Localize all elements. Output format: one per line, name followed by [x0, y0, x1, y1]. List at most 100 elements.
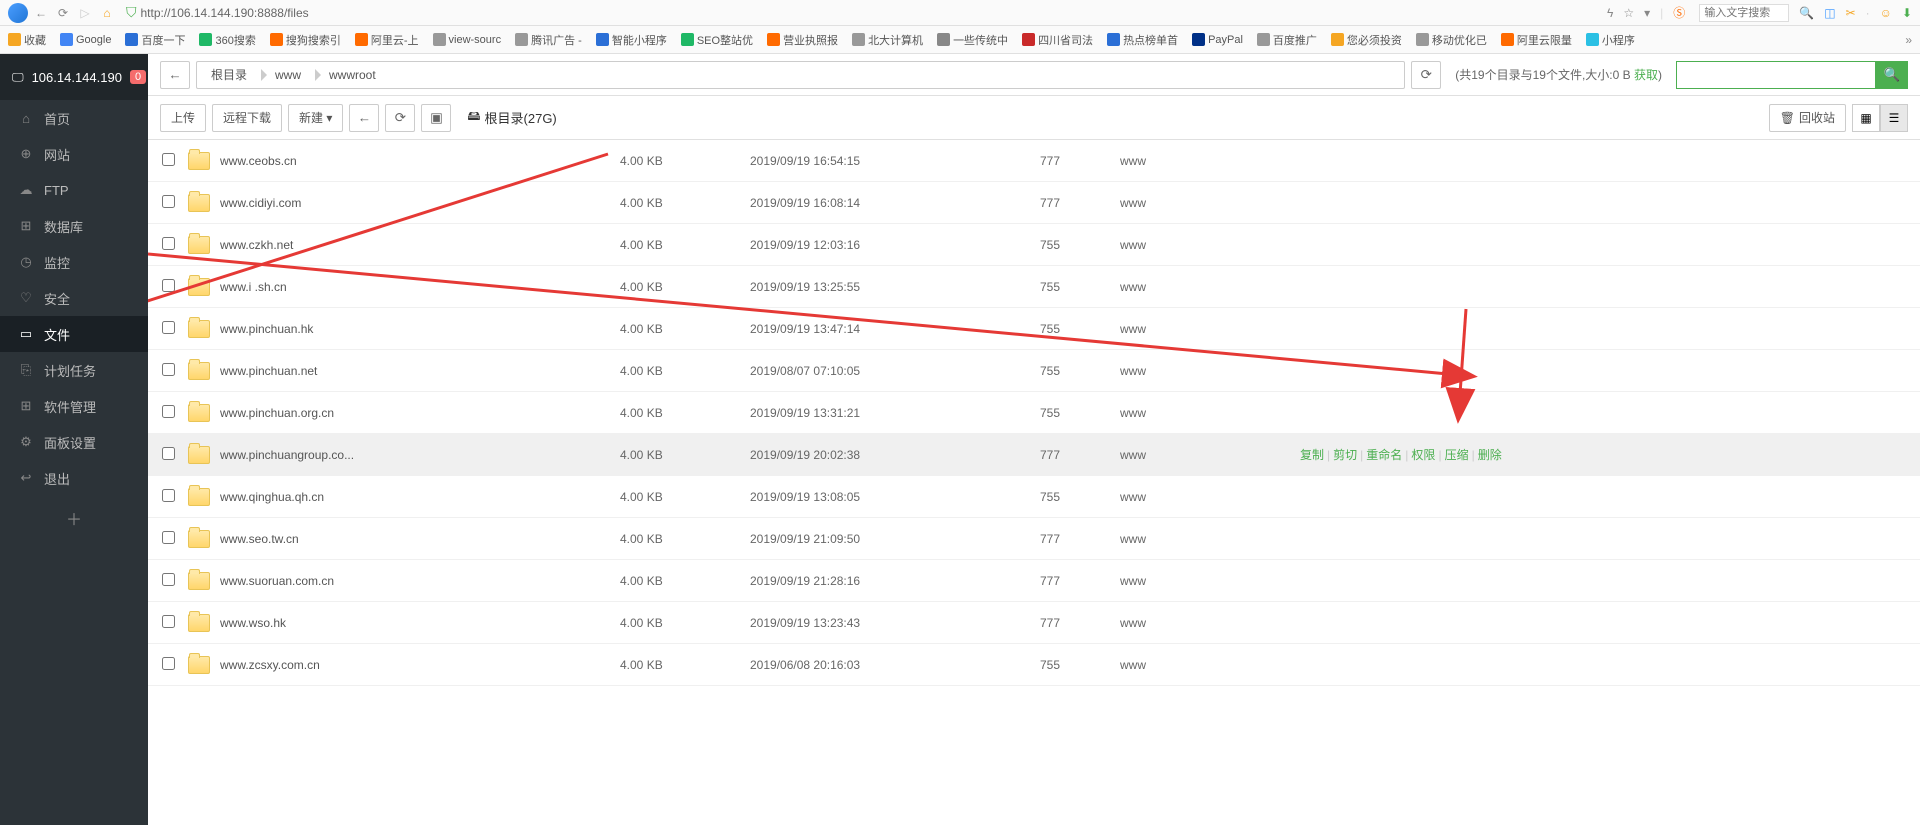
sidebar-item-文件[interactable]: ▭文件 — [0, 316, 148, 352]
bookmark-item[interactable]: 收藏 — [8, 32, 46, 48]
server-header[interactable]: 🖵 106.14.144.190 0 — [0, 54, 148, 100]
upload-button[interactable]: 上传 — [160, 104, 206, 132]
bookmark-item[interactable]: 百度一下 — [125, 32, 185, 48]
bookmark-item[interactable]: 移动优化已 — [1416, 32, 1487, 48]
sogou-icon[interactable]: Ⓢ — [1673, 4, 1685, 21]
star-icon[interactable]: ☆ — [1623, 6, 1634, 20]
action-复制[interactable]: 复制 — [1300, 448, 1324, 462]
file-checkbox[interactable] — [162, 657, 175, 670]
bookmark-item[interactable]: 阿里云-上 — [355, 32, 419, 48]
breadcrumb-item[interactable]: www — [261, 62, 315, 88]
recycle-bin-button[interactable]: 🗑回收站 — [1769, 104, 1846, 132]
action-压缩[interactable]: 压缩 — [1445, 448, 1469, 462]
file-checkbox[interactable] — [162, 573, 175, 586]
sidebar-item-软件管理[interactable]: ⊞软件管理 — [0, 388, 148, 424]
smile-icon[interactable]: ☺ — [1880, 6, 1892, 20]
stop-icon[interactable]: ▷ — [76, 6, 94, 20]
bookmark-item[interactable]: 360搜索 — [199, 32, 255, 48]
file-checkbox[interactable] — [162, 195, 175, 208]
tb-terminal-button[interactable]: ▣ — [421, 104, 451, 132]
file-row[interactable]: www.pinchuan.hk4.00 KB2019/09/19 13:47:1… — [148, 308, 1920, 350]
file-row[interactable]: www.suoruan.com.cn4.00 KB2019/09/19 21:2… — [148, 560, 1920, 602]
back-icon[interactable]: ← — [32, 6, 50, 20]
bookmark-item[interactable]: 热点榜单首 — [1107, 32, 1178, 48]
sidebar-item-计划任务[interactable]: ⎘计划任务 — [0, 352, 148, 388]
bookmark-item[interactable]: Google — [60, 33, 111, 46]
file-row[interactable]: www.wso.hk4.00 KB2019/09/19 13:23:43777w… — [148, 602, 1920, 644]
sidebar-item-面板设置[interactable]: ⚙面板设置 — [0, 424, 148, 460]
bookmark-item[interactable]: SEO整站优 — [681, 32, 753, 48]
sidebar-item-数据库[interactable]: ⊞数据库 — [0, 208, 148, 244]
action-重命名[interactable]: 重命名 — [1366, 448, 1402, 462]
bookmark-item[interactable]: 阿里云限量 — [1501, 32, 1572, 48]
file-checkbox[interactable] — [162, 615, 175, 628]
file-row[interactable]: www.pinchuan.org.cn4.00 KB2019/09/19 13:… — [148, 392, 1920, 434]
home-icon[interactable]: ⌂ — [98, 6, 116, 20]
bookmark-item[interactable]: 腾讯广告 - — [515, 32, 582, 48]
bookmark-item[interactable]: 营业执照报 — [767, 32, 838, 48]
file-row[interactable]: www.czkh.net4.00 KB2019/09/19 12:03:1675… — [148, 224, 1920, 266]
bookmark-item[interactable]: PayPal — [1192, 33, 1243, 46]
bookmark-item[interactable]: 智能小程序 — [596, 32, 667, 48]
file-checkbox[interactable] — [162, 153, 175, 166]
file-row[interactable]: www.i .sh.cn4.00 KB2019/09/19 13:25:5575… — [148, 266, 1920, 308]
file-checkbox[interactable] — [162, 321, 175, 334]
scissors-icon[interactable]: ✂ — [1846, 6, 1856, 20]
file-checkbox[interactable] — [162, 531, 175, 544]
sidebar-item-网站[interactable]: ⊕网站 — [0, 136, 148, 172]
tb-back-button[interactable]: ← — [349, 104, 379, 132]
sidebar-item-退出[interactable]: ↩退出 — [0, 460, 148, 496]
extension-icon[interactable]: ◫ — [1824, 6, 1835, 20]
address-bar[interactable]: ⛉ http://106.14.144.190:8888/files — [120, 4, 309, 21]
file-row[interactable]: www.ceobs.cn4.00 KB2019/09/19 16:54:1577… — [148, 140, 1920, 182]
file-checkbox[interactable] — [162, 363, 175, 376]
bookmark-item[interactable]: 四川省司法 — [1022, 32, 1093, 48]
sidebar-item-安全[interactable]: ♡安全 — [0, 280, 148, 316]
sidebar-item-首页[interactable]: ⌂首页 — [0, 100, 148, 136]
sidebar-add-button[interactable]: ＋ — [0, 496, 148, 540]
bookmark-item[interactable]: 百度推广 — [1257, 32, 1317, 48]
action-删除[interactable]: 删除 — [1478, 448, 1502, 462]
file-row[interactable]: www.pinchuan.net4.00 KB2019/08/07 07:10:… — [148, 350, 1920, 392]
dropdown-icon[interactable]: ▾ — [1644, 6, 1650, 20]
breadcrumb-item[interactable]: 根目录 — [197, 62, 261, 88]
bookmarks-more-icon[interactable]: » — [1905, 33, 1912, 47]
bookmark-label: 腾讯广告 - — [531, 32, 582, 48]
file-search-input[interactable] — [1676, 61, 1876, 89]
tb-refresh-button[interactable]: ⟳ — [385, 104, 415, 132]
action-剪切[interactable]: 剪切 — [1333, 448, 1357, 462]
bookmark-item[interactable]: 搜狗搜索引 — [270, 32, 341, 48]
file-checkbox[interactable] — [162, 405, 175, 418]
file-row[interactable]: www.seo.tw.cn4.00 KB2019/09/19 21:09:507… — [148, 518, 1920, 560]
file-row[interactable]: www.qinghua.qh.cn4.00 KB2019/09/19 13:08… — [148, 476, 1920, 518]
file-row[interactable]: www.cidiyi.com4.00 KB2019/09/19 16:08:14… — [148, 182, 1920, 224]
download-icon[interactable]: ⬇ — [1902, 6, 1912, 20]
file-checkbox[interactable] — [162, 489, 175, 502]
file-checkbox[interactable] — [162, 447, 175, 460]
refresh-button[interactable]: ⟳ — [1411, 61, 1441, 89]
lightning-icon[interactable]: ϟ — [1607, 6, 1613, 20]
bookmark-item[interactable]: 北大计算机 — [852, 32, 923, 48]
file-row[interactable]: www.zcsxy.com.cn4.00 KB2019/06/08 20:16:… — [148, 644, 1920, 686]
file-search-button[interactable]: 🔍 — [1876, 61, 1908, 89]
sidebar-item-监控[interactable]: ◷监控 — [0, 244, 148, 280]
nav-back-button[interactable]: ← — [160, 61, 190, 89]
file-checkbox[interactable] — [162, 279, 175, 292]
get-size-link[interactable]: 获取 — [1634, 68, 1658, 82]
action-权限[interactable]: 权限 — [1411, 448, 1435, 462]
file-row[interactable]: www.pinchuangroup.co...4.00 KB2019/09/19… — [148, 434, 1920, 476]
bookmark-item[interactable]: 小程序 — [1586, 32, 1635, 48]
sidebar-item-FTP[interactable]: ☁FTP — [0, 172, 148, 208]
grid-view-button[interactable]: ▦ — [1852, 104, 1880, 132]
search-icon[interactable]: 🔍 — [1799, 6, 1814, 20]
browser-search-input[interactable] — [1699, 4, 1789, 22]
remote-download-button[interactable]: 远程下载 — [212, 104, 282, 132]
new-button[interactable]: 新建 ▾ — [288, 104, 343, 132]
list-view-button[interactable]: ☰ — [1880, 104, 1908, 132]
bookmark-item[interactable]: 您必须投资 — [1331, 32, 1402, 48]
reload-icon[interactable]: ⟳ — [54, 6, 72, 20]
breadcrumb-item[interactable]: wwwroot — [315, 62, 390, 88]
file-checkbox[interactable] — [162, 237, 175, 250]
bookmark-item[interactable]: view-sourc — [433, 33, 502, 46]
bookmark-item[interactable]: 一些传统中 — [937, 32, 1008, 48]
